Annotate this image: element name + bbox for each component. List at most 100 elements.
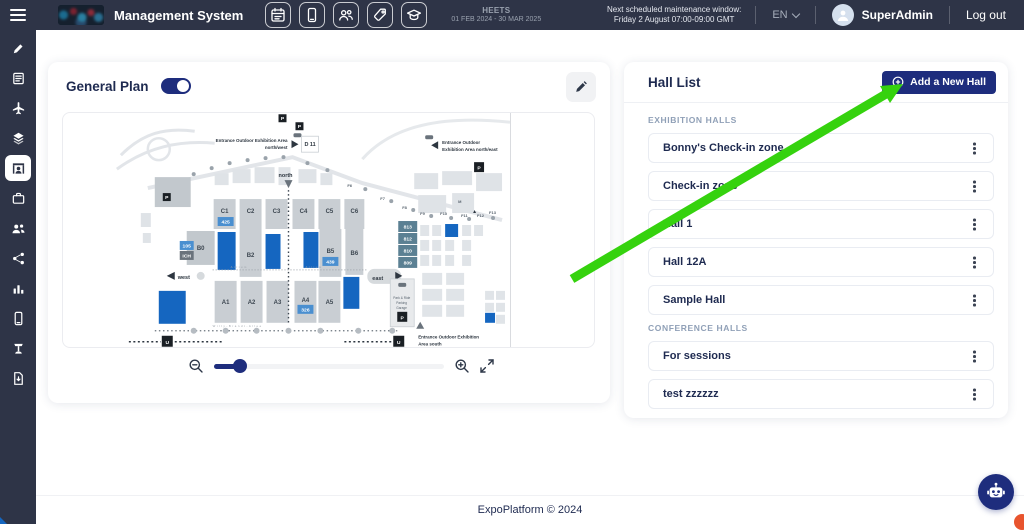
- hall-label: C6: [351, 209, 359, 215]
- kebab-menu-icon[interactable]: [967, 139, 981, 157]
- gate-label: F7: [380, 196, 385, 201]
- user-menu[interactable]: SuperAdmin: [816, 4, 949, 26]
- metro-icon: U: [397, 340, 401, 346]
- gate-label: F9: [420, 211, 425, 216]
- calendar-icon[interactable]: [265, 2, 291, 28]
- garage-label: Garage: [396, 306, 407, 310]
- tag-icon[interactable]: [367, 2, 393, 28]
- atrium-label: A t r i u m: [231, 265, 247, 269]
- hall-label: C2: [247, 209, 255, 215]
- hall-label: B5: [327, 249, 335, 255]
- registration-form-icon[interactable]: [5, 65, 31, 91]
- fullscreen-icon[interactable]: [480, 359, 494, 373]
- hamburger-menu-icon[interactable]: [0, 0, 36, 30]
- general-plan-title: General Plan: [66, 79, 149, 94]
- share-icon[interactable]: [5, 245, 31, 271]
- hall-name: Check-in zone: [663, 180, 967, 192]
- smartphone-icon[interactable]: [299, 2, 325, 28]
- kebab-menu-icon[interactable]: [967, 291, 981, 309]
- team-icon[interactable]: [5, 215, 31, 241]
- chevron-down-icon: [791, 9, 799, 17]
- atrium-label: A t r i u m: [305, 265, 321, 269]
- zoom-slider-handle[interactable]: [233, 359, 247, 373]
- hall-name: test zzzzzz: [663, 388, 967, 400]
- hall-label: C4: [300, 209, 308, 215]
- avatar: [832, 4, 854, 26]
- entrance-nw-label: north/west: [265, 145, 288, 150]
- hall-badge: 439: [326, 259, 335, 265]
- hall-list-header: Hall List Add a New Hall: [624, 62, 1008, 103]
- hall-row[interactable]: For sessions: [648, 341, 994, 371]
- zoom-slider[interactable]: [214, 364, 444, 369]
- chatbot-icon[interactable]: [978, 474, 1014, 510]
- education-icon[interactable]: [401, 2, 427, 28]
- language-selector[interactable]: EN: [756, 9, 814, 21]
- app-logo: [58, 5, 104, 25]
- direction-label: north: [279, 173, 293, 179]
- analytics-icon[interactable]: [5, 275, 31, 301]
- gate-label: F12: [477, 213, 485, 218]
- event-name: HEETS: [451, 6, 541, 16]
- hall-row[interactable]: Check-in zone: [648, 171, 994, 201]
- kebab-menu-icon[interactable]: [967, 253, 981, 271]
- exhibition-stand-icon[interactable]: [5, 155, 31, 181]
- entrance-nw-label: Entrance Outdoor Exhibition Area: [216, 138, 288, 143]
- bottom-right-accent: [1014, 514, 1024, 530]
- tags-icon[interactable]: [5, 125, 31, 151]
- app-title: Management System: [114, 8, 243, 23]
- garage-label: Parking: [396, 301, 407, 305]
- zoom-in-icon[interactable]: [454, 358, 470, 374]
- lectern-icon[interactable]: [5, 335, 31, 361]
- hall-name: Hall 1: [663, 218, 967, 230]
- section-label-conference: CONFERENCE HALLS: [648, 323, 994, 333]
- hall-badge: 812: [404, 236, 413, 242]
- hall-label: B6: [351, 251, 359, 257]
- navbar-icon-bar: [265, 2, 427, 28]
- garage-label: Park & Ride: [393, 296, 410, 300]
- attendees-icon[interactable]: [333, 2, 359, 28]
- hall-row[interactable]: Hall 1: [648, 209, 994, 239]
- hall-name: Bonny's Check-in zone: [663, 142, 967, 154]
- add-new-hall-button[interactable]: Add a New Hall: [882, 71, 996, 94]
- logout-button[interactable]: Log out: [950, 8, 1024, 22]
- hall-row[interactable]: test zzzzzz: [648, 379, 994, 409]
- kebab-menu-icon[interactable]: [967, 215, 981, 233]
- mobile-icon[interactable]: [5, 305, 31, 331]
- edit-icon[interactable]: [5, 35, 31, 61]
- general-plan-card: General Plan: [48, 62, 610, 403]
- travel-icon[interactable]: [5, 95, 31, 121]
- hall-list-body: EXHIBITION HALLS Bonny's Check-in zone C…: [624, 103, 1008, 409]
- edit-plan-button[interactable]: [566, 72, 596, 102]
- file-import-icon[interactable]: [5, 365, 31, 391]
- kebab-menu-icon[interactable]: [967, 347, 981, 365]
- hall-badge: 809: [404, 260, 413, 266]
- hall-label: C1: [221, 209, 229, 215]
- maintenance-line2: Friday 2 August 07:00-09:00 GMT: [607, 15, 741, 25]
- hall-label: B0: [197, 246, 205, 252]
- hall-badge: ICH: [182, 253, 191, 259]
- zoom-out-icon[interactable]: [188, 358, 204, 374]
- event-dates: 01 FEB 2024 - 30 MAR 2025: [451, 16, 541, 25]
- hall-label: A2: [248, 300, 256, 306]
- hall-label: C3: [273, 209, 281, 215]
- top-navbar: Management System HEETS 01 FEB 2024 - 30…: [0, 0, 1024, 30]
- kebab-menu-icon[interactable]: [967, 385, 981, 403]
- plus-circle-icon: [892, 76, 904, 88]
- hall-label: B2: [247, 253, 255, 259]
- floor-plan-map[interactable]: P C1 C2 C3 C4 C5 C6 425 B0 105: [63, 113, 511, 348]
- hall-list-title: Hall List: [648, 75, 882, 90]
- gate-label: F13: [489, 210, 497, 215]
- hall-row[interactable]: Hall 12A: [648, 247, 994, 277]
- floor-plan-container: P C1 C2 C3 C4 C5 C6 425 B0 105: [62, 112, 595, 348]
- hall-list-card: Hall List Add a New Hall EXHIBITION HALL…: [624, 62, 1008, 418]
- general-plan-toggle[interactable]: [161, 78, 191, 94]
- hall-row[interactable]: Sample Hall: [648, 285, 994, 315]
- kebab-menu-icon[interactable]: [967, 177, 981, 195]
- hall-row[interactable]: Bonny's Check-in zone: [648, 133, 994, 163]
- metro-icon: U: [165, 340, 169, 346]
- briefcase-icon[interactable]: [5, 185, 31, 211]
- event-info: HEETS 01 FEB 2024 - 30 MAR 2025: [451, 6, 541, 25]
- entrance-south-label: Area south: [418, 342, 442, 347]
- hall-name: Sample Hall: [663, 294, 967, 306]
- hall-label: C5: [326, 209, 334, 215]
